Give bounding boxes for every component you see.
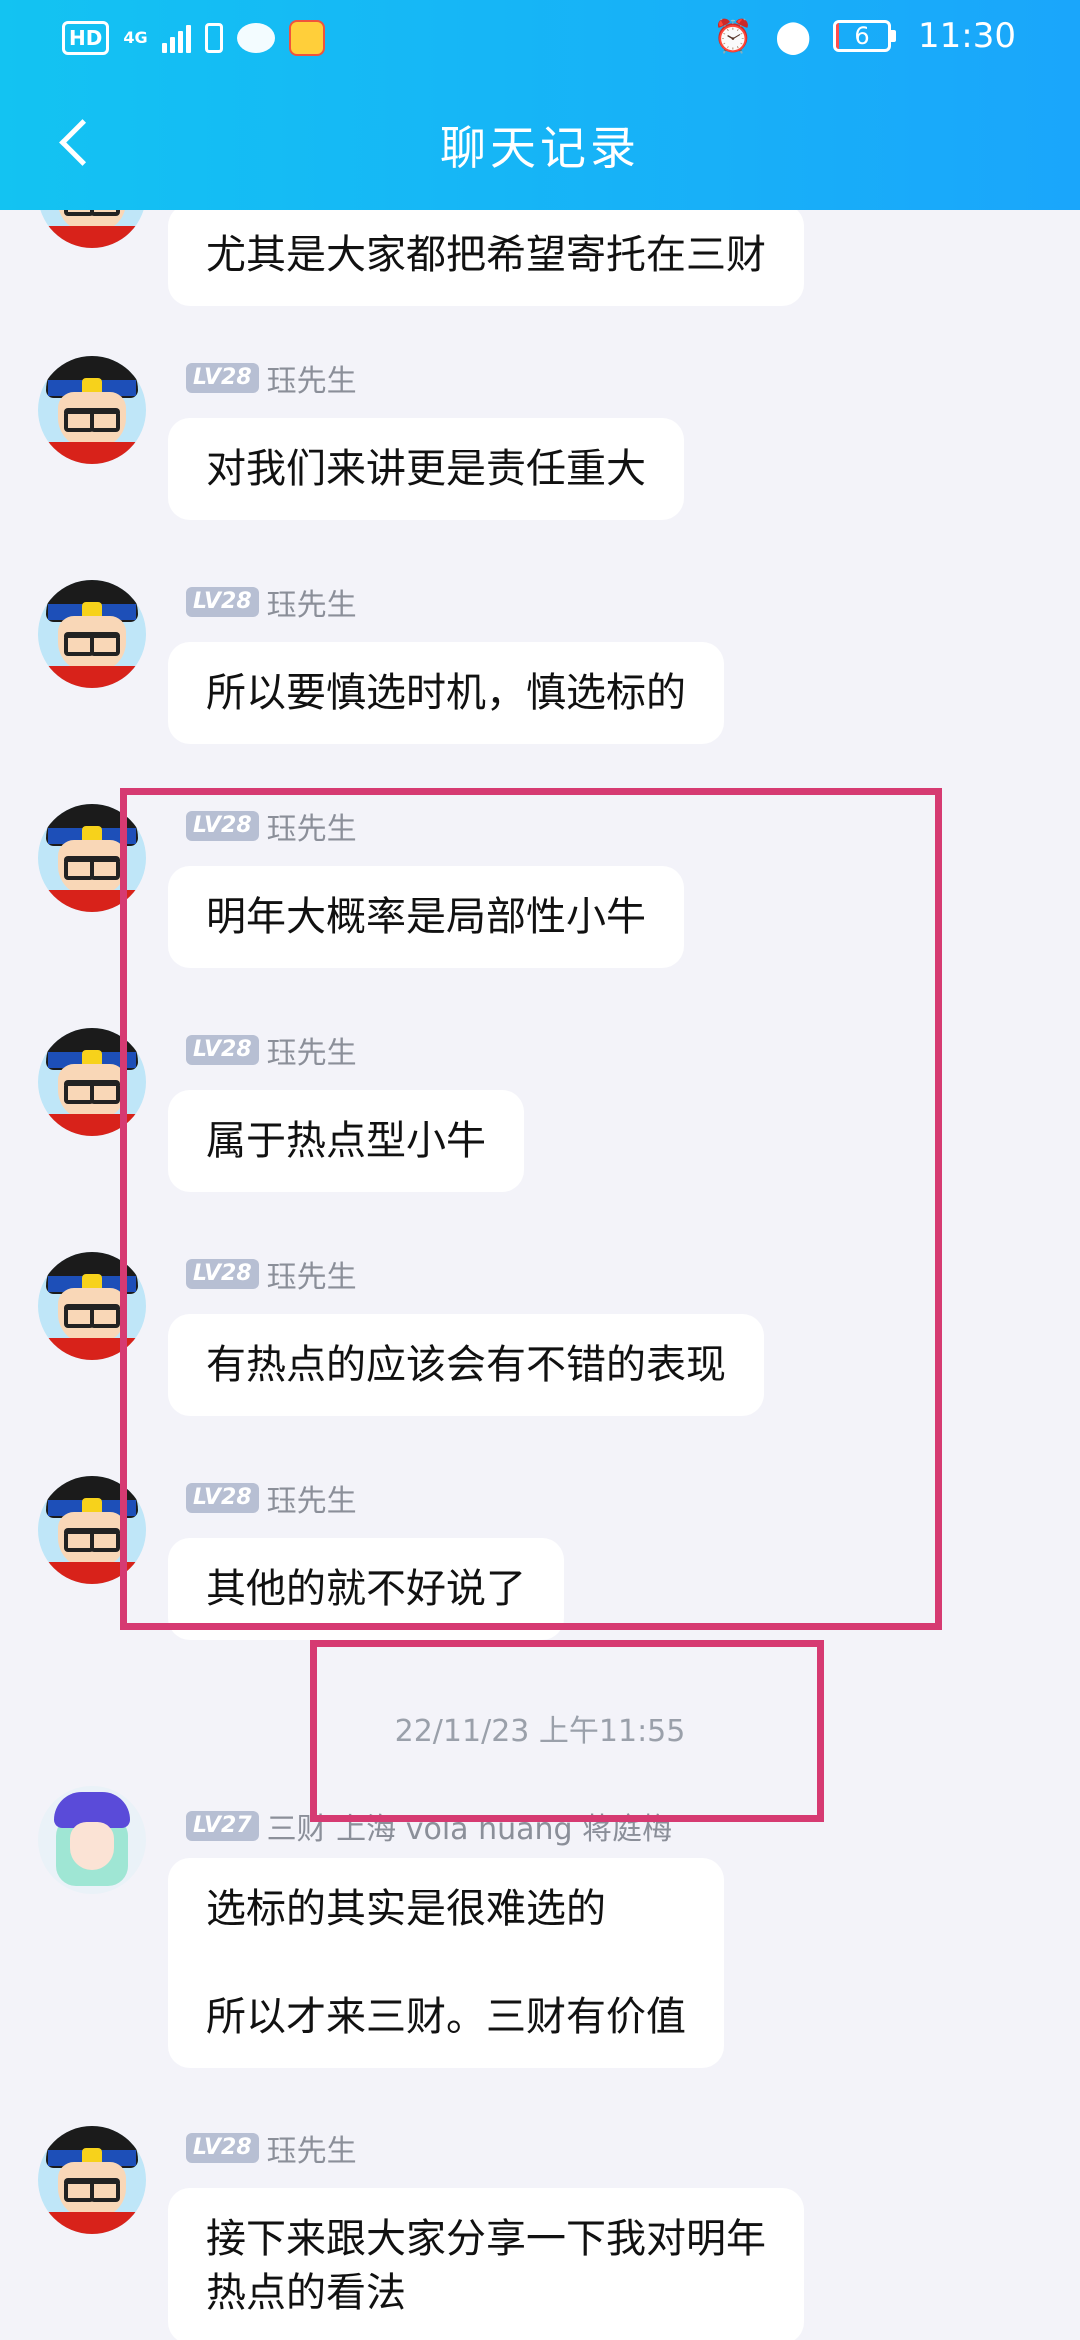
avatar[interactable] bbox=[38, 580, 146, 688]
status-bar: HD 4G ⏰ ⬤ 6 11:30 bbox=[0, 0, 1080, 80]
message-bubble[interactable]: 尤其是大家都把希望寄托在三财 bbox=[168, 210, 804, 306]
level-badge: LV28 bbox=[186, 587, 259, 617]
status-time: 11:30 bbox=[918, 16, 1016, 56]
level-badge: LV28 bbox=[186, 1259, 259, 1289]
signal-icon bbox=[161, 23, 191, 53]
sender-name[interactable]: 珏先生 bbox=[267, 1476, 357, 1520]
sender-info: LV28 珏先生 bbox=[186, 580, 357, 624]
sender-info: LV27 三财 上海 vola huang 蒋庭梅 bbox=[186, 1804, 672, 1848]
app-icon bbox=[288, 20, 325, 56]
network-type: 4G bbox=[123, 28, 148, 47]
avatar[interactable] bbox=[38, 210, 146, 248]
battery-fill bbox=[836, 23, 840, 49]
sender-info: LV28 珏先生 bbox=[186, 2126, 357, 2170]
battery-level: 6 bbox=[854, 22, 870, 50]
avatar[interactable] bbox=[38, 1476, 146, 1584]
sender-name[interactable]: 珏先生 bbox=[267, 1252, 357, 1296]
sender-name[interactable]: 珏先生 bbox=[267, 804, 357, 848]
avatar[interactable] bbox=[38, 1028, 146, 1136]
sender-info: LV28 珏先生 bbox=[186, 1028, 357, 1072]
sender-name[interactable]: 珏先生 bbox=[267, 2126, 357, 2170]
wechat-icon bbox=[236, 23, 275, 53]
message-bubble[interactable]: 其他的就不好说了 bbox=[168, 1538, 564, 1640]
message-bubble[interactable]: 属于热点型小牛 bbox=[168, 1090, 524, 1192]
battery-icon: 6 bbox=[833, 20, 897, 52]
message-bubble[interactable]: 明年大概率是局部性小牛 bbox=[168, 866, 684, 968]
message-bubble[interactable]: 对我们来讲更是责任重大 bbox=[168, 418, 684, 520]
sender-info: LV28 珏先生 bbox=[186, 356, 357, 400]
chat-history[interactable]: 尤其是大家都把希望寄托在三财 LV28 珏先生 对我们来讲更是责任重大 LV28… bbox=[0, 210, 1080, 2340]
level-badge: LV28 bbox=[186, 363, 259, 393]
location-icon: ⬤ bbox=[775, 17, 812, 55]
level-badge: LV28 bbox=[186, 1483, 259, 1513]
avatar[interactable] bbox=[38, 2126, 146, 2234]
avatar[interactable] bbox=[38, 356, 146, 464]
avatar[interactable] bbox=[38, 1786, 146, 1894]
level-badge: LV27 bbox=[186, 1811, 259, 1841]
message-bubble[interactable]: 有热点的应该会有不错的表现 bbox=[168, 1314, 764, 1416]
message-timestamp: 22/11/23 上午11:55 bbox=[394, 1714, 686, 1749]
sender-name[interactable]: 珏先生 bbox=[267, 1028, 357, 1072]
sender-name[interactable]: 珏先生 bbox=[267, 580, 357, 624]
phone-icon bbox=[204, 23, 223, 53]
page-title: 聊天记录 bbox=[440, 121, 640, 175]
level-badge: LV28 bbox=[186, 811, 259, 841]
level-badge: LV28 bbox=[186, 2133, 259, 2163]
sender-info: LV28 珏先生 bbox=[186, 1476, 357, 1520]
message-bubble[interactable]: 所以要慎选时机，慎选标的 bbox=[168, 642, 724, 744]
sender-info: LV28 珏先生 bbox=[186, 1252, 357, 1296]
message-bubble[interactable]: 选标的其实是很难选的 所以才来三财。三财有价值 bbox=[168, 1858, 724, 2068]
sender-info: LV28 珏先生 bbox=[186, 804, 357, 848]
alarm-icon: ⏰ bbox=[713, 17, 754, 55]
sender-name[interactable]: 三财 上海 vola huang 蒋庭梅 bbox=[267, 1804, 672, 1848]
avatar[interactable] bbox=[38, 804, 146, 912]
app-header: HD 4G ⏰ ⬤ 6 11:30 聊天记录 bbox=[0, 0, 1080, 210]
avatar[interactable] bbox=[38, 1252, 146, 1360]
sender-name[interactable]: 珏先生 bbox=[267, 356, 357, 400]
message-bubble[interactable]: 接下来跟大家分享一下我对明年 热点的看法 bbox=[168, 2188, 804, 2340]
hd-badge: HD bbox=[62, 21, 110, 55]
level-badge: LV28 bbox=[186, 1035, 259, 1065]
